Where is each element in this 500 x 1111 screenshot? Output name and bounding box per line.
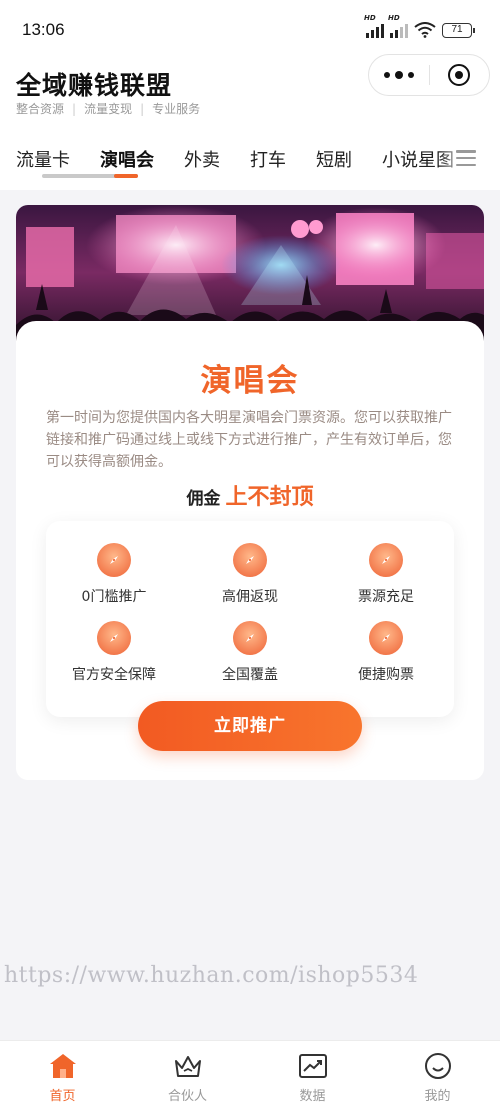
target-icon [448, 64, 471, 86]
miniprogram-capsule [368, 54, 490, 96]
bottom-nav: 首页 合伙人 数据 我的 [0, 1040, 500, 1111]
concert-card: 演唱会 第一时间为您提供国内各大明星演唱会门票资源。您可以获取推广链接和推广码通… [16, 205, 484, 780]
subtitle-divider: | [140, 101, 145, 116]
more-button[interactable] [369, 71, 429, 79]
status-time: 13:06 [22, 20, 65, 39]
watermark-text: https://www.huzhan.com/ishop5534 [4, 963, 419, 988]
commission-label: 佣金 [186, 489, 221, 509]
tab-active-indicator [114, 174, 138, 178]
commission-line: 佣金 上不封顶 [16, 479, 484, 511]
app-header: 全域赚钱联盟 整合资源 | 流量变现 | 专业服务 [0, 54, 500, 130]
nav-label: 我的 [424, 1089, 451, 1104]
more-dot [407, 72, 414, 78]
tab-liuliangka[interactable]: 流量卡 [16, 146, 70, 172]
feature-label: 0门槛推广 [81, 589, 147, 605]
wifi-icon [414, 22, 436, 38]
more-dot [383, 72, 390, 78]
subtitle-item: 整合资源 [16, 102, 65, 116]
tab-list: 流量卡 演唱会 外卖 打车 短剧 小说星图 [16, 146, 484, 172]
features-panel: 0门槛推广 高佣返现 票源充足 官方安全保障 全国覆盖 便捷购票 [46, 521, 454, 717]
nav-partner[interactable]: 合伙人 [125, 1041, 250, 1111]
feature-label: 便捷购票 [358, 667, 414, 683]
status-icons: HD HD 71 [364, 14, 475, 38]
feature-label: 全国覆盖 [222, 667, 278, 683]
feature-label: 票源充足 [358, 589, 414, 605]
commission-highlight: 上不封顶 [225, 485, 314, 510]
signal-icon-2: HD [388, 14, 408, 38]
menu-icon[interactable] [456, 150, 476, 166]
card-description: 第一时间为您提供国内各大明星演唱会门票资源。您可以获取推广链接和推广码通过线上或… [46, 410, 452, 470]
tab-waimai[interactable]: 外卖 [184, 146, 220, 172]
feature-item: 便捷购票 [318, 621, 454, 684]
tab-dache[interactable]: 打车 [250, 146, 286, 172]
app-title: 全域赚钱联盟 [16, 71, 173, 100]
nav-label: 数据 [299, 1089, 326, 1104]
more-dot [394, 71, 403, 79]
compass-icon [233, 621, 267, 655]
nav-mine[interactable]: 我的 [375, 1041, 500, 1111]
feature-item: 高佣返现 [182, 543, 318, 606]
tab-duanju[interactable]: 短剧 [316, 146, 352, 172]
chart-icon [298, 1051, 328, 1081]
compass-icon [97, 621, 131, 655]
card-body: 演唱会 第一时间为您提供国内各大明星演唱会门票资源。您可以获取推广链接和推广码通… [16, 321, 484, 780]
nav-label: 首页 [49, 1089, 76, 1104]
feature-item: 0门槛推广 [46, 543, 182, 606]
subtitle-item: 专业服务 [152, 102, 201, 116]
status-bar: 13:06 HD HD 71 [0, 0, 500, 60]
battery-icon: 71 [442, 22, 475, 38]
card-title: 演唱会 [200, 363, 300, 399]
feature-item: 票源充足 [318, 543, 454, 606]
tab-yanchanghui[interactable]: 演唱会 [100, 146, 154, 172]
compass-icon [233, 543, 267, 577]
signal-icon: HD [364, 14, 384, 38]
smile-icon [423, 1051, 453, 1081]
compass-icon [97, 543, 131, 577]
subtitle-divider: | [72, 101, 77, 116]
subtitle-item: 流量变现 [84, 102, 133, 116]
close-button[interactable] [430, 64, 490, 86]
compass-icon [369, 543, 403, 577]
crown-icon [173, 1051, 203, 1081]
feature-item: 官方安全保障 [46, 621, 182, 684]
promote-now-button[interactable]: 立即推广 [138, 701, 362, 751]
nav-data[interactable]: 数据 [250, 1041, 375, 1111]
feature-label: 官方安全保障 [72, 667, 156, 683]
compass-icon [369, 621, 403, 655]
feature-item: 全国覆盖 [182, 621, 318, 684]
app-subtitle: 整合资源 | 流量变现 | 专业服务 [16, 100, 200, 117]
feature-label: 高佣返现 [222, 589, 278, 605]
category-tabs: 流量卡 演唱会 外卖 打车 短剧 小说星图 [0, 130, 500, 190]
nav-label: 合伙人 [167, 1089, 207, 1104]
home-icon [48, 1051, 78, 1081]
nav-home[interactable]: 首页 [0, 1041, 125, 1111]
